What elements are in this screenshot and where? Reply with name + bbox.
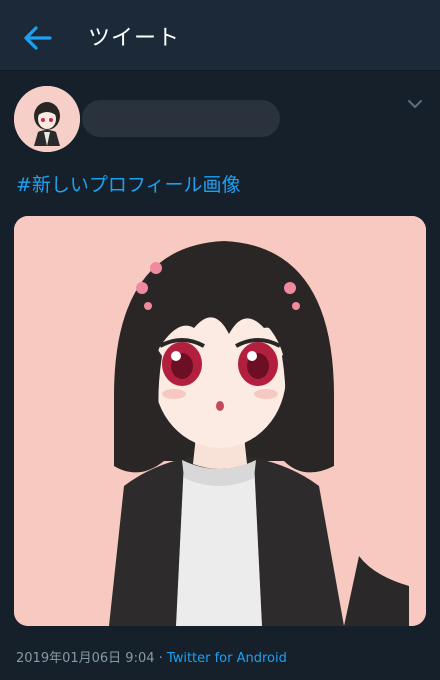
anime-portrait-illustration: [14, 216, 426, 626]
back-button[interactable]: [20, 20, 56, 56]
page-title: ツイート: [88, 26, 181, 51]
tweet-timestamp: 2019年01月06日 9:04: [16, 651, 155, 666]
tweet-meta: 2019年01月06日 9:04 · Twitter for Android: [16, 647, 287, 666]
username-redacted: [82, 100, 280, 137]
avatar-image: [14, 86, 80, 152]
meta-separator: ·: [154, 651, 167, 666]
top-bar: ツイート: [0, 0, 440, 71]
avatar[interactable]: [14, 86, 80, 152]
tweet-menu-button[interactable]: [406, 96, 424, 110]
tweet-source-link[interactable]: Twitter for Android: [167, 651, 287, 666]
arrow-left-icon: [24, 26, 52, 50]
tweet-media-image[interactable]: [14, 216, 426, 626]
chevron-down-icon: [408, 100, 422, 109]
hashtag-link[interactable]: #新しいプロフィール画像: [16, 170, 241, 197]
